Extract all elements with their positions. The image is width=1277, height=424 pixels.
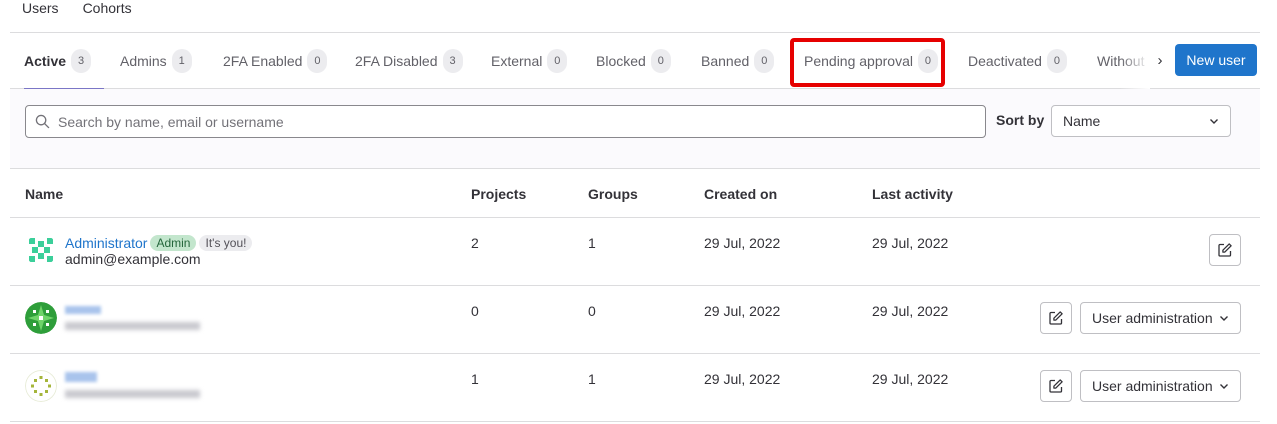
groups-count: 1	[588, 371, 596, 387]
count-badge: 3	[71, 49, 92, 73]
chevron-down-icon	[1220, 384, 1228, 389]
search-area: Sort by Name	[10, 89, 1260, 169]
column-header-name: Name	[25, 186, 64, 202]
sort-label: Sort by	[996, 112, 1045, 128]
filter-tab-label: Blocked	[596, 53, 646, 69]
redacted-user-name[interactable]	[65, 306, 101, 314]
filter-tab-admins[interactable]: Admins 1	[120, 33, 192, 89]
filter-tab-label: 2FA Enabled	[223, 53, 303, 69]
avatar	[25, 234, 57, 266]
its-you-badge: It's you!	[199, 235, 253, 251]
redacted-user-name[interactable]	[65, 372, 97, 382]
table-header: Name Projects Groups Created on Last act…	[10, 169, 1260, 218]
filter-tab-label: Banned	[701, 53, 750, 69]
projects-count: 2	[471, 235, 479, 251]
redacted-user-email	[65, 390, 200, 398]
projects-count: 0	[471, 303, 479, 319]
filter-tab-blocked[interactable]: Blocked 0	[596, 33, 671, 89]
filter-bar: Active 3 Admins 1 2FA Enabled 0 2FA Disa…	[10, 33, 1260, 89]
search-input[interactable]	[56, 106, 976, 137]
created-on: 29 Jul, 2022	[704, 303, 781, 319]
tabs-fade	[1120, 33, 1150, 89]
user-administration-label: User administration	[1092, 310, 1213, 326]
table-row: 1 1 29 Jul, 2022 29 Jul, 2022 User admin…	[10, 354, 1260, 422]
groups-count: 0	[588, 303, 596, 319]
redacted-user-email	[65, 322, 200, 330]
chevron-down-icon	[1210, 119, 1218, 124]
count-badge: 0	[1046, 49, 1067, 73]
filter-tab-label: Active	[24, 53, 67, 69]
count-badge: 0	[307, 49, 328, 73]
filter-tab-label: Admins	[120, 53, 167, 69]
edit-button[interactable]	[1209, 234, 1241, 266]
sort-select[interactable]: Name	[1051, 105, 1231, 137]
user-name: Administrator	[65, 235, 148, 251]
filter-tab-active[interactable]: Active 3	[24, 33, 104, 89]
count-badge: 0	[547, 49, 568, 73]
table-row: Administrator Admin It's you! admin@exampl…	[10, 218, 1260, 286]
user-administration-dropdown[interactable]: User administration	[1080, 370, 1241, 402]
filter-tab-label: 2FA Disabled	[355, 53, 438, 69]
count-badge: 1	[171, 49, 192, 73]
edit-icon	[1049, 311, 1063, 325]
projects-count: 1	[471, 371, 479, 387]
count-badge: 0	[917, 49, 938, 73]
avatar	[25, 370, 57, 402]
column-header-last-activity: Last activity	[872, 186, 953, 202]
count-badge: 3	[442, 49, 463, 73]
user-administration-dropdown[interactable]: User administration	[1080, 302, 1241, 334]
count-badge: 0	[754, 49, 775, 73]
filter-tab-banned[interactable]: Banned 0	[701, 33, 775, 89]
user-email: admin@example.com	[65, 251, 201, 267]
last-activity: 29 Jul, 2022	[872, 235, 949, 251]
filter-tab-pending-approval[interactable]: Pending approval 0	[804, 33, 938, 89]
scroll-right-icon[interactable]: ›	[1152, 51, 1168, 71]
filter-tab-2fa-disabled[interactable]: 2FA Disabled 3	[355, 33, 463, 89]
avatar	[25, 302, 57, 334]
sort-selected-value: Name	[1063, 113, 1101, 129]
table-row: 0 0 29 Jul, 2022 29 Jul, 2022 User admin…	[10, 286, 1260, 354]
last-activity: 29 Jul, 2022	[872, 371, 949, 387]
filter-tab-2fa-enabled[interactable]: 2FA Enabled 0	[223, 33, 328, 89]
filter-tab-label: External	[491, 53, 543, 69]
search-icon	[35, 114, 50, 129]
tab-cohorts[interactable]: Cohorts	[71, 0, 144, 33]
last-activity: 29 Jul, 2022	[872, 303, 949, 319]
filter-tab-label: Pending approval	[804, 53, 913, 69]
new-user-button[interactable]: New user	[1175, 44, 1257, 76]
chevron-down-icon	[1220, 316, 1228, 321]
groups-count: 1	[588, 235, 596, 251]
top-tabs: Users Cohorts	[10, 0, 1260, 33]
tab-users[interactable]: Users	[10, 0, 71, 33]
column-header-created: Created on	[704, 186, 778, 202]
created-on: 29 Jul, 2022	[704, 235, 781, 251]
edit-button[interactable]	[1040, 370, 1072, 402]
user-administration-label: User administration	[1092, 378, 1213, 394]
edit-button[interactable]	[1040, 302, 1072, 334]
filter-tabs: Active 3 Admins 1 2FA Enabled 0 2FA Disa…	[10, 33, 1160, 89]
count-badge: 0	[650, 49, 671, 73]
filter-tab-deactivated[interactable]: Deactivated 0	[968, 33, 1067, 89]
column-header-projects: Projects	[471, 186, 527, 202]
column-header-groups: Groups	[588, 186, 638, 202]
filter-tab-external[interactable]: External 0	[491, 33, 568, 89]
search-box	[25, 105, 986, 138]
created-on: 29 Jul, 2022	[704, 371, 781, 387]
admin-badge: Admin	[150, 235, 197, 251]
edit-icon	[1049, 379, 1063, 393]
filter-tab-label: Deactivated	[968, 53, 1042, 69]
edit-icon	[1218, 243, 1232, 257]
user-name-link[interactable]: Administrator Admin It's you!	[65, 235, 253, 251]
